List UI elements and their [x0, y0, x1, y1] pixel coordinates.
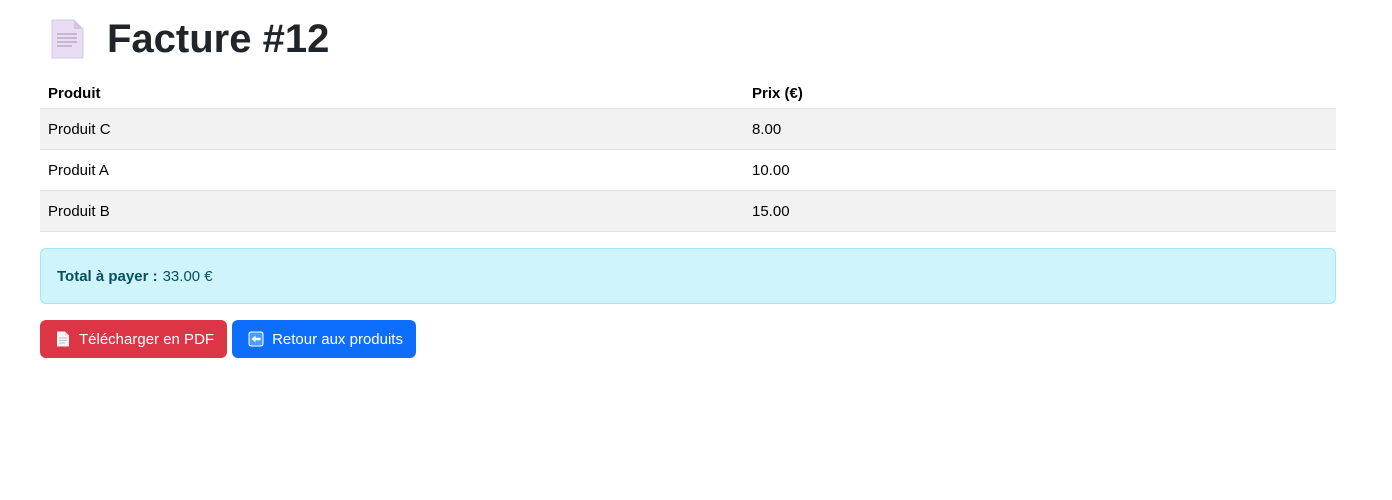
download-pdf-label: Télécharger en PDF: [79, 330, 215, 348]
total-value: 33.00 €: [162, 267, 213, 285]
table-row: Produit C 8.00: [40, 108, 1336, 150]
cell-produit: Produit C: [40, 108, 744, 150]
invoice-table: Produit Prix (€) Produit C 8.00 Produit …: [40, 78, 1336, 232]
table-header-row: Produit Prix (€): [40, 78, 1336, 109]
total-alert: Total à payer : 33.00 €: [40, 248, 1336, 304]
page-title: Facture #12: [107, 17, 330, 61]
table-row: Produit B 15.00: [40, 190, 1336, 232]
cell-prix: 15.00: [744, 190, 1336, 232]
column-header-produit: Produit: [40, 78, 744, 109]
invoice-page: Facture #12 Produit Prix (€) Produit C 8…: [40, 0, 1336, 358]
document-icon: [56, 331, 70, 347]
download-pdf-button[interactable]: Télécharger en PDF: [40, 320, 228, 358]
back-to-products-label: Retour aux produits: [272, 330, 403, 348]
cell-produit: Produit A: [40, 149, 744, 191]
total-label: Total à payer :: [57, 267, 158, 285]
action-buttons: Télécharger en PDF Retour aux produits: [40, 320, 1336, 358]
cell-prix: 10.00: [744, 149, 1336, 191]
column-header-prix: Prix (€): [744, 78, 1336, 109]
title-row: Facture #12: [40, 0, 1336, 78]
back-to-products-button[interactable]: Retour aux produits: [232, 320, 416, 358]
left-arrow-icon: [248, 331, 264, 347]
table-row: Produit A 10.00: [40, 149, 1336, 191]
cell-produit: Produit B: [40, 190, 744, 232]
document-icon: [50, 19, 84, 59]
cell-prix: 8.00: [744, 108, 1336, 150]
